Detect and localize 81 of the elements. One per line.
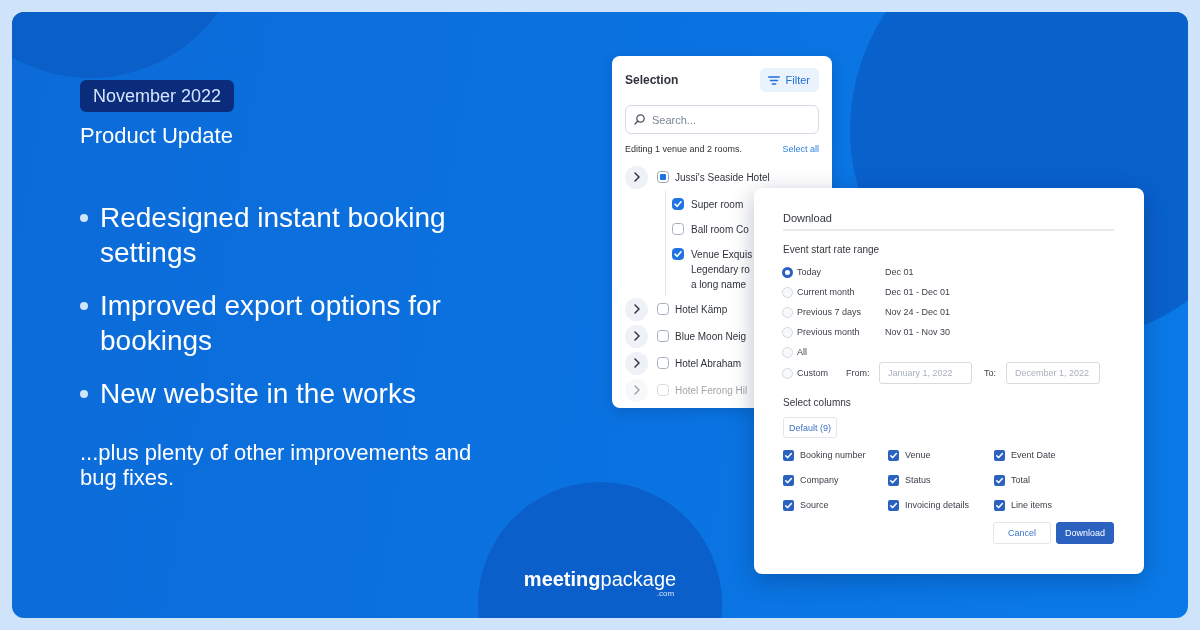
checkbox[interactable] bbox=[888, 474, 899, 486]
room-label: Ball room Co bbox=[691, 222, 749, 237]
checkbox[interactable] bbox=[672, 248, 684, 260]
checkbox[interactable] bbox=[994, 474, 1005, 486]
section-label: Select columns bbox=[783, 397, 852, 409]
search-field[interactable]: Search... bbox=[625, 105, 819, 134]
checkbox[interactable] bbox=[783, 499, 794, 511]
date-field[interactable]: January 1, 2022 bbox=[879, 362, 972, 384]
checkbox[interactable] bbox=[783, 474, 794, 486]
panel-title: Selection bbox=[625, 73, 679, 87]
checkbox[interactable] bbox=[657, 330, 669, 342]
expand-button[interactable] bbox=[625, 351, 648, 375]
radio-label: Previous month bbox=[797, 327, 861, 337]
date-range-text: Dec 01 bbox=[885, 267, 914, 277]
chevron-icon bbox=[633, 172, 640, 182]
date-badge: November 2022 bbox=[80, 80, 235, 112]
radio-button[interactable] bbox=[782, 266, 793, 278]
chevron-icon bbox=[633, 304, 640, 314]
field-label: From: bbox=[846, 368, 871, 378]
column-label: Booking number bbox=[800, 450, 866, 460]
date-field[interactable]: December 1, 2022 bbox=[1006, 362, 1100, 384]
expand-button[interactable] bbox=[625, 165, 648, 189]
room-label: Super room bbox=[691, 197, 744, 212]
expand-button[interactable] bbox=[625, 297, 648, 321]
room-label: Venue Exquis Legendary ro a long name bbox=[691, 247, 753, 292]
bullet-text: New website in the works bbox=[100, 377, 417, 411]
expand-button[interactable] bbox=[625, 324, 648, 348]
column-label: Line items bbox=[1011, 500, 1053, 510]
radio-label: Today bbox=[797, 267, 823, 277]
column-label: Status bbox=[905, 475, 931, 485]
checkbox[interactable] bbox=[888, 449, 899, 461]
radio-label: Custom bbox=[797, 368, 829, 378]
checkbox[interactable] bbox=[994, 499, 1005, 511]
chevron-icon bbox=[633, 385, 640, 395]
date-range-text: Dec 01 - Dec 01 bbox=[885, 287, 951, 297]
checkbox[interactable] bbox=[888, 499, 899, 511]
footnote-text: ...plus plenty of other improvements and bug fixes. bbox=[80, 440, 473, 490]
date-range-text: Nov 01 - Nov 30 bbox=[885, 327, 951, 337]
checkbox[interactable] bbox=[994, 449, 1005, 461]
bullet-icon bbox=[80, 213, 88, 222]
venue-label: Jussi's Seaside Hotel bbox=[675, 171, 770, 183]
checkbox[interactable] bbox=[657, 171, 669, 183]
bullet-icon bbox=[80, 389, 88, 398]
checkbox[interactable] bbox=[657, 357, 669, 369]
venue-label: Hotel Ferong Hil bbox=[675, 384, 748, 396]
radio-label: All bbox=[797, 347, 808, 357]
bullet-text: Improved export options for bookings bbox=[100, 289, 442, 358]
select-all-link[interactable]: Select all bbox=[782, 144, 819, 155]
search-icon bbox=[634, 114, 645, 125]
bullet-icon bbox=[80, 301, 88, 310]
column-label: Source bbox=[800, 500, 829, 510]
column-label: Company bbox=[800, 475, 839, 485]
column-label: Total bbox=[1011, 475, 1030, 485]
dialog-title: Download bbox=[783, 212, 1114, 231]
checkbox[interactable] bbox=[657, 303, 669, 315]
filter-icon bbox=[767, 75, 780, 85]
logo-wordmark: meetingpackage bbox=[523, 569, 677, 589]
summary-text: Editing 1 venue and 2 rooms. bbox=[625, 144, 743, 155]
filter-button[interactable]: Filter bbox=[759, 68, 819, 92]
section-label: Event start rate range bbox=[783, 244, 881, 256]
venue-label: Blue Moon Neig bbox=[675, 330, 747, 342]
venue-label: Hotel Kämp bbox=[675, 303, 728, 315]
column-label: Event Date bbox=[1011, 450, 1056, 460]
chevron-icon bbox=[633, 358, 640, 368]
venue-label: Hotel Abraham bbox=[675, 357, 742, 369]
field-label: To: bbox=[984, 368, 997, 378]
bullet-text: Redesigned instant booking settings bbox=[100, 201, 447, 270]
cancel-button[interactable]: Cancel bbox=[993, 522, 1051, 544]
date-range-text: Nov 24 - Dec 01 bbox=[885, 307, 951, 317]
subtitle: Product Update bbox=[80, 123, 233, 149]
radio-label: Previous 7 days bbox=[797, 307, 863, 317]
preset-button[interactable]: Default (9) bbox=[783, 417, 838, 438]
column-label: Invoicing details bbox=[905, 500, 970, 510]
column-label: Venue bbox=[905, 450, 931, 460]
radio-label: Current month bbox=[797, 287, 856, 297]
chevron-icon bbox=[633, 331, 640, 341]
download-button[interactable]: Download bbox=[1056, 522, 1114, 544]
checkbox[interactable] bbox=[783, 449, 794, 461]
checkbox[interactable] bbox=[672, 223, 684, 235]
logo-suffix: .com bbox=[656, 589, 675, 598]
checkbox[interactable] bbox=[672, 198, 684, 210]
